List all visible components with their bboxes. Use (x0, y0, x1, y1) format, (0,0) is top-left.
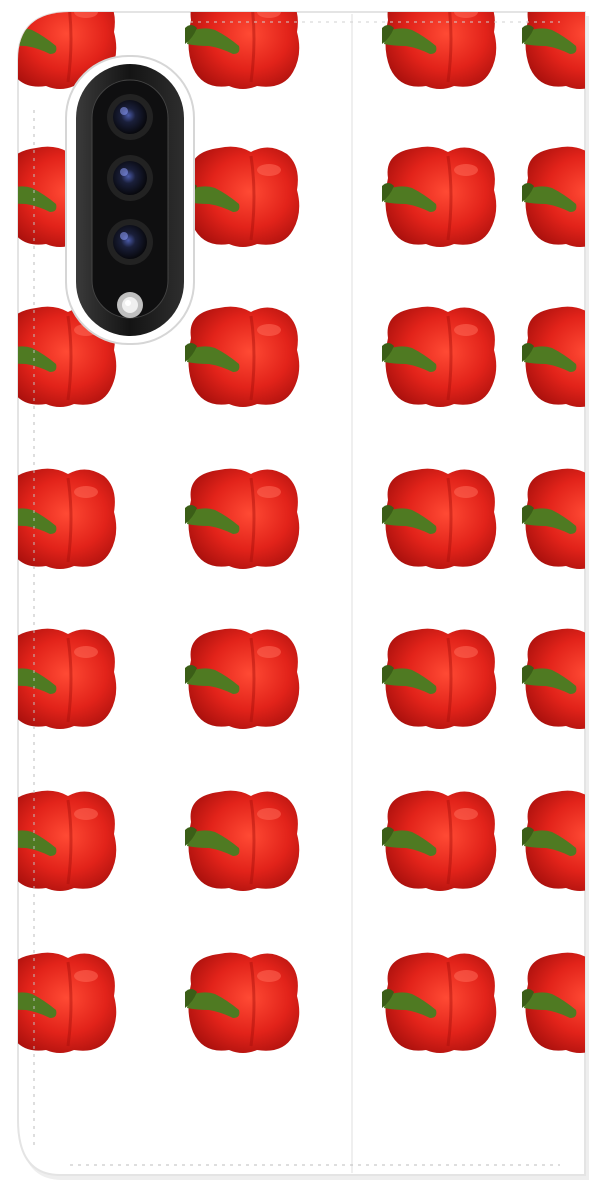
pepper-6 (382, 146, 497, 247)
pepper-highlight (74, 808, 98, 820)
pepper-stem-tip (2, 665, 14, 684)
pepper-5 (185, 146, 300, 247)
pepper-10 (382, 306, 497, 407)
pepper-highlight (454, 646, 478, 658)
pepper-9 (185, 306, 300, 407)
pepper-highlight (454, 324, 478, 336)
pepper-stem-tip (2, 183, 14, 202)
pepper-25 (185, 952, 300, 1053)
pepper-12 (2, 468, 117, 569)
pepper-stem-tip (2, 827, 14, 846)
pepper-highlight (74, 970, 98, 982)
camera-lens-2 (107, 155, 153, 201)
pepper-highlight (257, 646, 281, 658)
camera-lens-1 (107, 94, 153, 140)
pepper-18 (382, 628, 497, 729)
pepper-1 (185, 12, 300, 89)
pepper-21 (185, 790, 300, 891)
pepper-highlight (74, 646, 98, 658)
pepper-highlight (257, 324, 281, 336)
pepper-highlight (257, 486, 281, 498)
camera-lens-3 (107, 219, 153, 265)
pepper-16 (2, 628, 117, 729)
pepper-14 (382, 468, 497, 569)
pepper-stem-tip (2, 343, 14, 362)
pepper-22 (382, 790, 497, 891)
pepper-highlight (257, 12, 281, 18)
pepper-2 (382, 12, 497, 89)
pepper-stem-tip (2, 505, 14, 524)
pepper-highlight (257, 808, 281, 820)
pepper-13 (185, 468, 300, 569)
pepper-20 (2, 790, 117, 891)
pepper-highlight (454, 808, 478, 820)
pepper-highlight (257, 970, 281, 982)
camera-module (65, 55, 195, 345)
phone-case-image (2, 11, 589, 1180)
pepper-highlight (454, 486, 478, 498)
pepper-stem-tip (2, 25, 14, 44)
pepper-26 (382, 952, 497, 1053)
pepper-highlight (454, 970, 478, 982)
pepper-highlight (74, 12, 98, 18)
pepper-highlight (454, 164, 478, 176)
pepper-24 (2, 952, 117, 1053)
pepper-highlight (454, 12, 478, 18)
pepper-highlight (257, 164, 281, 176)
pepper-highlight (74, 486, 98, 498)
pepper-17 (185, 628, 300, 729)
pepper-stem-tip (2, 989, 14, 1008)
camera-flash (117, 292, 143, 318)
